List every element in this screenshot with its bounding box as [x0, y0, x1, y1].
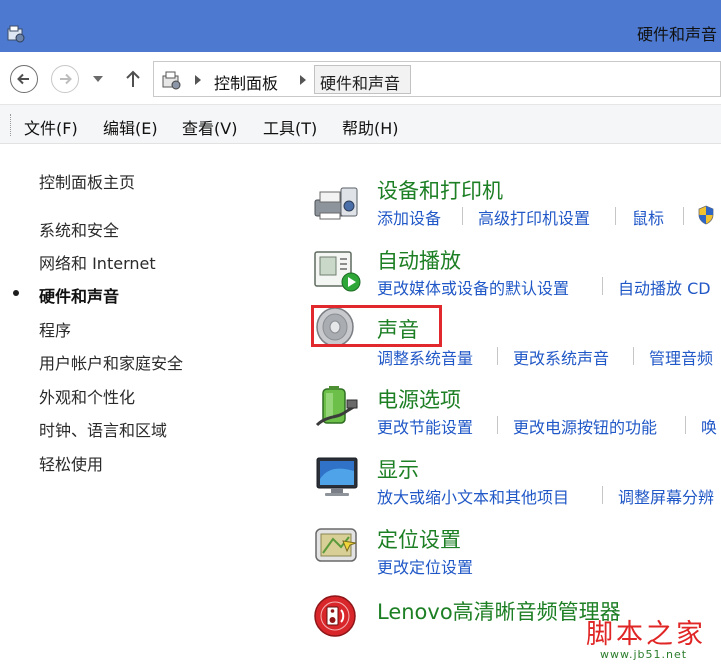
menu-file[interactable]: 文件(F): [24, 115, 78, 139]
link-separator: [497, 416, 498, 434]
menu-view[interactable]: 查看(V): [182, 115, 237, 139]
link-mouse[interactable]: 鼠标: [632, 205, 664, 229]
audio-manager-icon[interactable]: [313, 594, 361, 638]
back-button[interactable]: [10, 65, 38, 93]
link-separator: [462, 207, 463, 225]
window-title: 硬件和声音: [636, 25, 717, 44]
category-title-autoplay[interactable]: 自动播放: [377, 245, 461, 275]
sidebar-item-appearance[interactable]: 外观和个性化: [39, 384, 135, 408]
chevron-right-icon[interactable]: [194, 75, 202, 85]
category-title-location[interactable]: 定位设置: [377, 524, 461, 554]
control-panel-icon: [162, 71, 181, 90]
link-advanced-printer-setup[interactable]: 高级打印机设置: [478, 205, 590, 229]
link-autoplay-cd[interactable]: 自动播放 CD: [618, 275, 711, 299]
location-icon[interactable]: [313, 525, 361, 569]
chevron-down-icon[interactable]: [92, 74, 104, 84]
link-resize-text[interactable]: 放大或缩小文本和其他项目: [377, 484, 569, 508]
control-panel-icon: [7, 25, 25, 43]
link-adjust-resolution[interactable]: 调整屏幕分辨: [618, 484, 714, 508]
menu-bar: 文件(F) 编辑(E) 查看(V) 工具(T) 帮助(H): [0, 104, 721, 144]
arrow-left-icon: [17, 73, 29, 85]
link-manage-audio[interactable]: 管理音频: [649, 345, 713, 369]
link-wake[interactable]: 唤: [701, 414, 717, 438]
sidebar-item-control-panel-home[interactable]: 控制面板主页: [39, 169, 135, 193]
sidebar-item-hardware-sound: 硬件和声音: [39, 287, 120, 306]
menu-help[interactable]: 帮助(H): [342, 115, 399, 139]
link-separator: [602, 277, 603, 295]
printer-icon[interactable]: [313, 180, 361, 224]
category-title-power-options[interactable]: 电源选项: [377, 384, 461, 414]
sidebar-item-network-internet[interactable]: 网络和 Internet: [39, 250, 156, 274]
link-change-power-buttons[interactable]: 更改电源按钮的功能: [513, 414, 657, 438]
link-separator: [497, 347, 498, 365]
link-change-power-saving[interactable]: 更改节能设置: [377, 414, 473, 438]
watermark: 脚本之家 www.jb51.net: [578, 612, 718, 664]
link-change-default-settings[interactable]: 更改媒体或设备的默认设置: [377, 275, 569, 299]
breadcrumb-label: 硬件和声音: [320, 74, 401, 93]
menu-tools[interactable]: 工具(T): [263, 115, 317, 139]
link-separator: [685, 416, 686, 434]
watermark-url: www.jb51.net: [600, 648, 688, 661]
link-change-system-sounds[interactable]: 更改系统声音: [513, 345, 609, 369]
monitor-icon[interactable]: [313, 455, 361, 499]
sidebar-item-ease-of-access[interactable]: 轻松使用: [39, 451, 103, 475]
breadcrumb-hardware-and-sound[interactable]: 硬件和声音: [314, 65, 411, 94]
highlight-box: [311, 305, 442, 347]
forward-button[interactable]: [51, 65, 79, 93]
menu-edit[interactable]: 编辑(E): [103, 115, 158, 139]
toolbar-grip: [10, 114, 12, 136]
link-separator: [602, 486, 603, 504]
address-bar[interactable]: 控制面板 硬件和声音: [153, 61, 721, 97]
category-title-devices-printers[interactable]: 设备和打印机: [377, 175, 503, 205]
watermark-text: 脚本之家: [586, 619, 706, 650]
current-item-bullet: [13, 290, 19, 296]
autoplay-icon[interactable]: [313, 248, 361, 292]
sidebar-item-user-accounts[interactable]: 用户帐户和家庭安全: [39, 350, 183, 374]
link-separator: [683, 207, 684, 225]
link-add-device[interactable]: 添加设备: [377, 205, 441, 229]
navigation-bar: 控制面板 硬件和声音: [0, 52, 721, 104]
title-bar: 硬件和声音: [0, 0, 721, 52]
category-title-display[interactable]: 显示: [377, 454, 419, 484]
shield-icon: [698, 205, 714, 225]
chevron-right-icon[interactable]: [299, 75, 307, 85]
battery-icon[interactable]: [313, 385, 361, 429]
breadcrumb-control-panel[interactable]: 控制面板: [214, 70, 278, 94]
link-adjust-volume[interactable]: 调整系统音量: [377, 345, 473, 369]
link-change-location-settings[interactable]: 更改定位设置: [377, 554, 473, 578]
sidebar-item-system-security[interactable]: 系统和安全: [39, 217, 119, 241]
arrow-up-icon[interactable]: [124, 69, 142, 89]
link-separator: [615, 207, 616, 225]
arrow-right-icon: [60, 73, 72, 85]
sidebar-item-clock-language[interactable]: 时钟、语言和区域: [39, 417, 167, 441]
link-separator: [633, 347, 634, 365]
sidebar-item-programs[interactable]: 程序: [39, 317, 71, 341]
